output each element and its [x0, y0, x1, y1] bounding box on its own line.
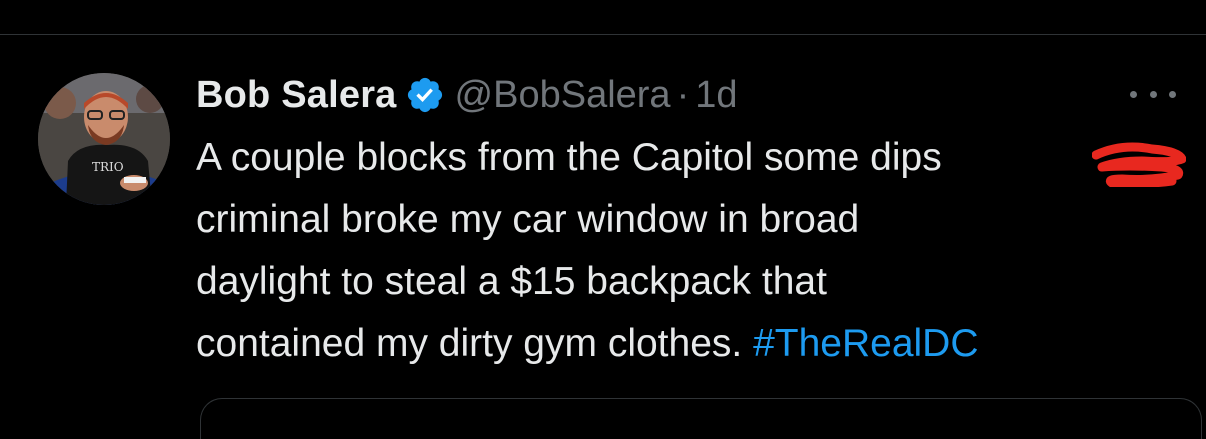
tweet-text-line: contained my dirty gym clothes.: [196, 322, 743, 365]
tweet-text: A couple blocks from the Capitol some di…: [196, 127, 1186, 375]
more-horizontal-icon-dot: [1169, 90, 1176, 98]
media-card-edge[interactable]: [200, 398, 1202, 439]
tweet[interactable]: TRIO Bob Salera @BobSalera · 1d A couple…: [0, 35, 1206, 439]
more-horizontal-icon-dot: [1149, 90, 1157, 98]
redaction-scribble: [1092, 142, 1186, 187]
separator-dot: ·: [676, 73, 690, 116]
more-options-button[interactable]: [1130, 79, 1176, 109]
timestamp[interactable]: 1d: [695, 74, 737, 117]
tweet-header: Bob Salera @BobSalera · 1d: [196, 71, 738, 119]
user-handle[interactable]: @BobSalera: [455, 74, 671, 117]
verified-badge-icon: [405, 75, 445, 115]
tweet-text-line-last: contained my dirty gym clothes. #TheReal…: [196, 313, 1186, 375]
avatar[interactable]: TRIO: [38, 73, 170, 205]
avatar-photo: TRIO: [38, 73, 170, 205]
tweet-text-line: criminal broke my car window in broad: [196, 198, 860, 241]
svg-text:TRIO: TRIO: [92, 160, 124, 174]
display-name[interactable]: Bob Salera: [196, 74, 397, 117]
more-horizontal-icon-dot: [1130, 90, 1137, 98]
tweet-text-line: A couple blocks from the Capitol some di…: [196, 136, 942, 179]
tweet-text-line: daylight to steal a $15 backpack that: [196, 260, 827, 303]
hashtag-link[interactable]: #TheRealDC: [753, 322, 978, 365]
